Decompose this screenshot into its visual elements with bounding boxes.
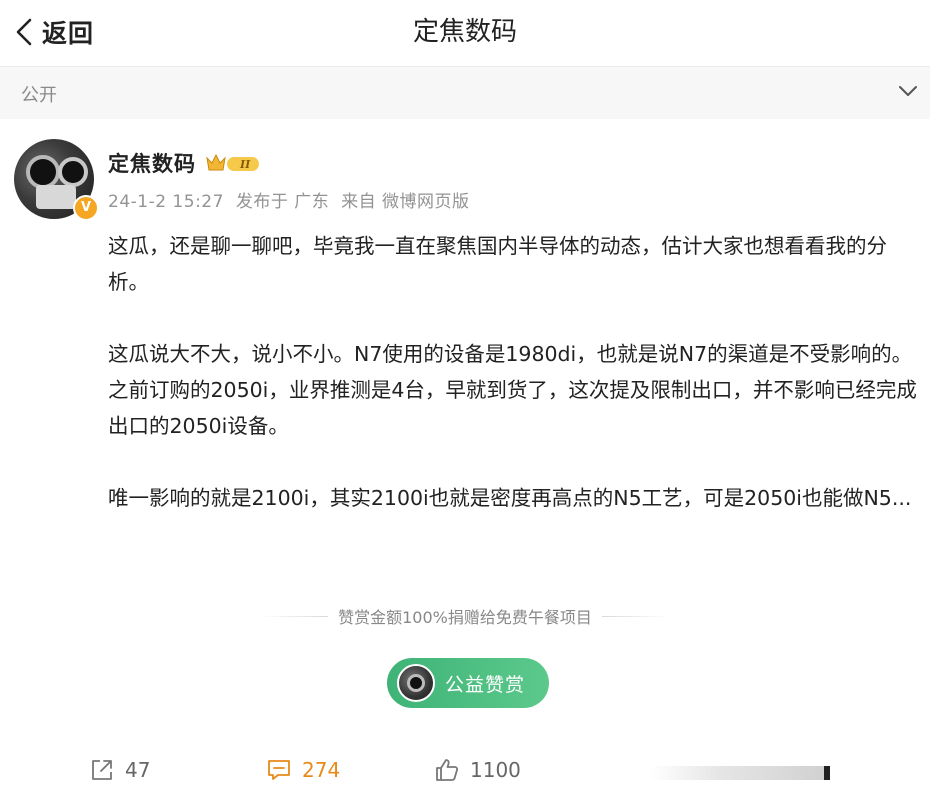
divider-line — [260, 615, 329, 617]
visibility-bar[interactable]: 公开 — [0, 66, 930, 119]
like-button[interactable]: 1100 — [434, 757, 521, 783]
divider-line — [601, 615, 670, 617]
post-timestamp: 24-1-2 15:27 — [108, 192, 224, 212]
crown-rank-icon: II — [204, 151, 262, 175]
reward-note: 赞赏金额100%捐赠给免费午餐项目 — [260, 604, 670, 628]
top-bar: 返回 定焦数码 — [0, 0, 930, 64]
post-meta: 24-1-2 15:27 发布于 广东 来自 微博网页版 — [108, 187, 476, 212]
reward-button[interactable]: 公益赞赏 — [387, 658, 549, 708]
fade-decoration — [650, 766, 830, 780]
reward-button-label: 公益赞赏 — [445, 673, 526, 696]
verified-badge: V — [73, 195, 99, 221]
author-row: 定焦数码 II — [108, 148, 262, 178]
comment-count: 274 — [302, 758, 341, 782]
post-paragraph: 这瓜说大不大，说小不小。N7使用的设备是1980di，也就是说N7的渠道是不受影… — [108, 342, 917, 438]
post-paragraph: 这瓜，还是聊一聊吧，毕竟我一直在聚焦国内半导体的动态，估计大家也想看看我的分析。 — [108, 234, 887, 294]
post-source: 来自 微博网页版 — [341, 192, 470, 212]
share-count: 47 — [125, 758, 151, 782]
share-button[interactable]: 47 — [89, 757, 150, 783]
rank-badge-text: II — [239, 158, 251, 171]
share-icon — [92, 760, 112, 780]
comment-icon — [268, 760, 290, 780]
page-title: 定焦数码 — [412, 17, 517, 47]
visibility-label: 公开 — [21, 85, 57, 106]
reward-note-text: 赞赏金额100%捐赠给免费午餐项目 — [338, 608, 592, 627]
comment-button[interactable]: 274 — [266, 757, 340, 783]
thumbs-up-icon — [436, 759, 459, 781]
author-name[interactable]: 定焦数码 — [108, 148, 196, 178]
post-content: 这瓜，还是聊一聊吧，毕竟我一直在聚焦国内半导体的动态，估计大家也想看看我的分析。… — [108, 228, 923, 516]
reward-avatar — [397, 664, 435, 702]
post-location: 发布于 广东 — [235, 192, 330, 212]
chevron-down-icon[interactable] — [898, 83, 918, 102]
like-count: 1100 — [470, 758, 521, 782]
post-paragraph: 唯一影响的就是2100i，其实2100i也就是密度再高点的N5工艺，可是2050… — [108, 486, 912, 510]
